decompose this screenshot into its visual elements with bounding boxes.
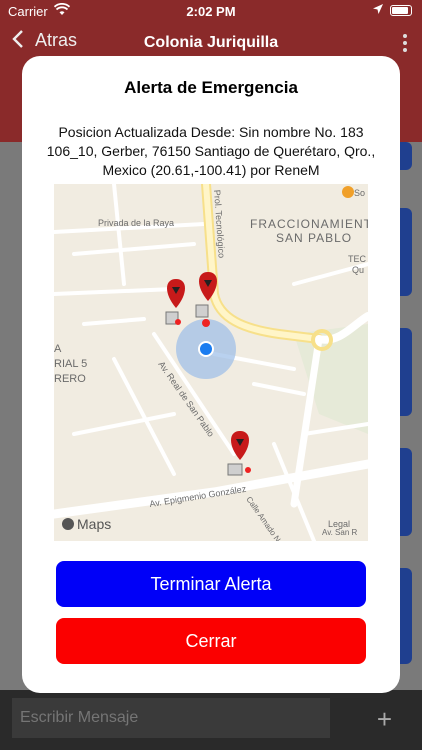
map-label: TEC [348,254,367,264]
page-title: Colonia Juriquilla [143,34,279,51]
map-label: A [54,343,62,355]
terminate-alert-button[interactable]: Terminar Alerta [56,561,366,607]
user-location-dot [200,343,212,355]
dialog-title: Alerta de Emergencia [124,78,298,97]
poi-icon [342,186,354,198]
map-label: Av. San R [322,528,358,537]
location-arrow-icon [372,3,384,18]
battery-icon [390,5,412,16]
map-label: FRACCIONAMIENTO [250,217,368,231]
map-label: Privada de la Raya [98,218,174,228]
map-label: RIAL 5 [54,358,87,370]
svg-text:Maps: Maps [77,516,111,532]
clock: 2:02 PM [186,4,236,19]
compose-bar: + [0,690,422,750]
maps-logo: Maps [62,516,111,532]
status-bar: Carrier 2:02 PM [0,0,422,22]
message-input[interactable] [12,698,330,738]
dialog-message: Posicion Actualizada Desde: Sin nombre N… [46,124,376,178]
map-label: Qu [352,265,364,275]
more-options-icon[interactable] [402,32,408,54]
map-label: SAN PABLO [276,231,352,245]
map-view[interactable]: FRACCIONAMIENTO SAN PABLO Privada de la … [54,184,368,541]
emergency-alert-dialog: Alerta de Emergencia Posicion Actualizad… [22,56,400,693]
add-button[interactable]: + [377,704,392,735]
map-label: So [354,188,365,198]
close-button[interactable]: Cerrar [56,618,366,664]
map-label: RERO [54,373,86,385]
